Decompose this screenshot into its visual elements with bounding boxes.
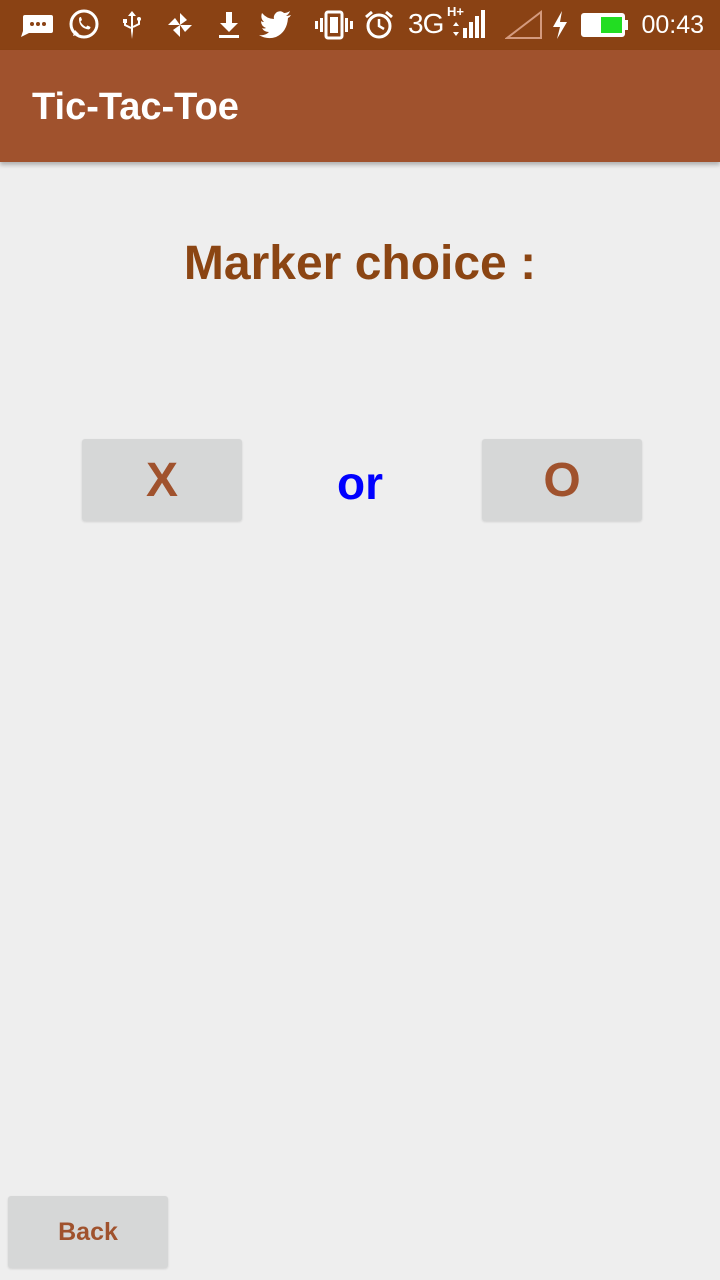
choose-x-button[interactable]: X [82,439,242,521]
app-bar: Tic-Tac-Toe [0,50,720,162]
signal-icon [450,9,486,41]
app-title: Tic-Tac-Toe [32,86,239,128]
vibrate-icon [314,9,354,41]
message-icon [18,9,56,41]
charging-icon [548,9,572,41]
status-bar: 3G H+ 00:43 [0,0,720,50]
usb-icon [118,9,146,41]
download-icon [214,9,244,41]
status-clock: 00:43 [641,11,704,39]
alarm-icon [362,9,396,41]
marker-choice-heading: Marker choice : [183,237,537,290]
network-type-label: 3G [408,8,444,39]
pinwheel-icon [164,9,196,41]
no-signal-icon [504,9,544,41]
or-separator: or [337,457,383,509]
back-button[interactable]: Back [8,1196,168,1268]
choose-o-button[interactable]: O [482,439,642,521]
whatsapp-icon [66,9,102,41]
twitter-icon [258,9,294,41]
battery-icon [580,9,630,41]
